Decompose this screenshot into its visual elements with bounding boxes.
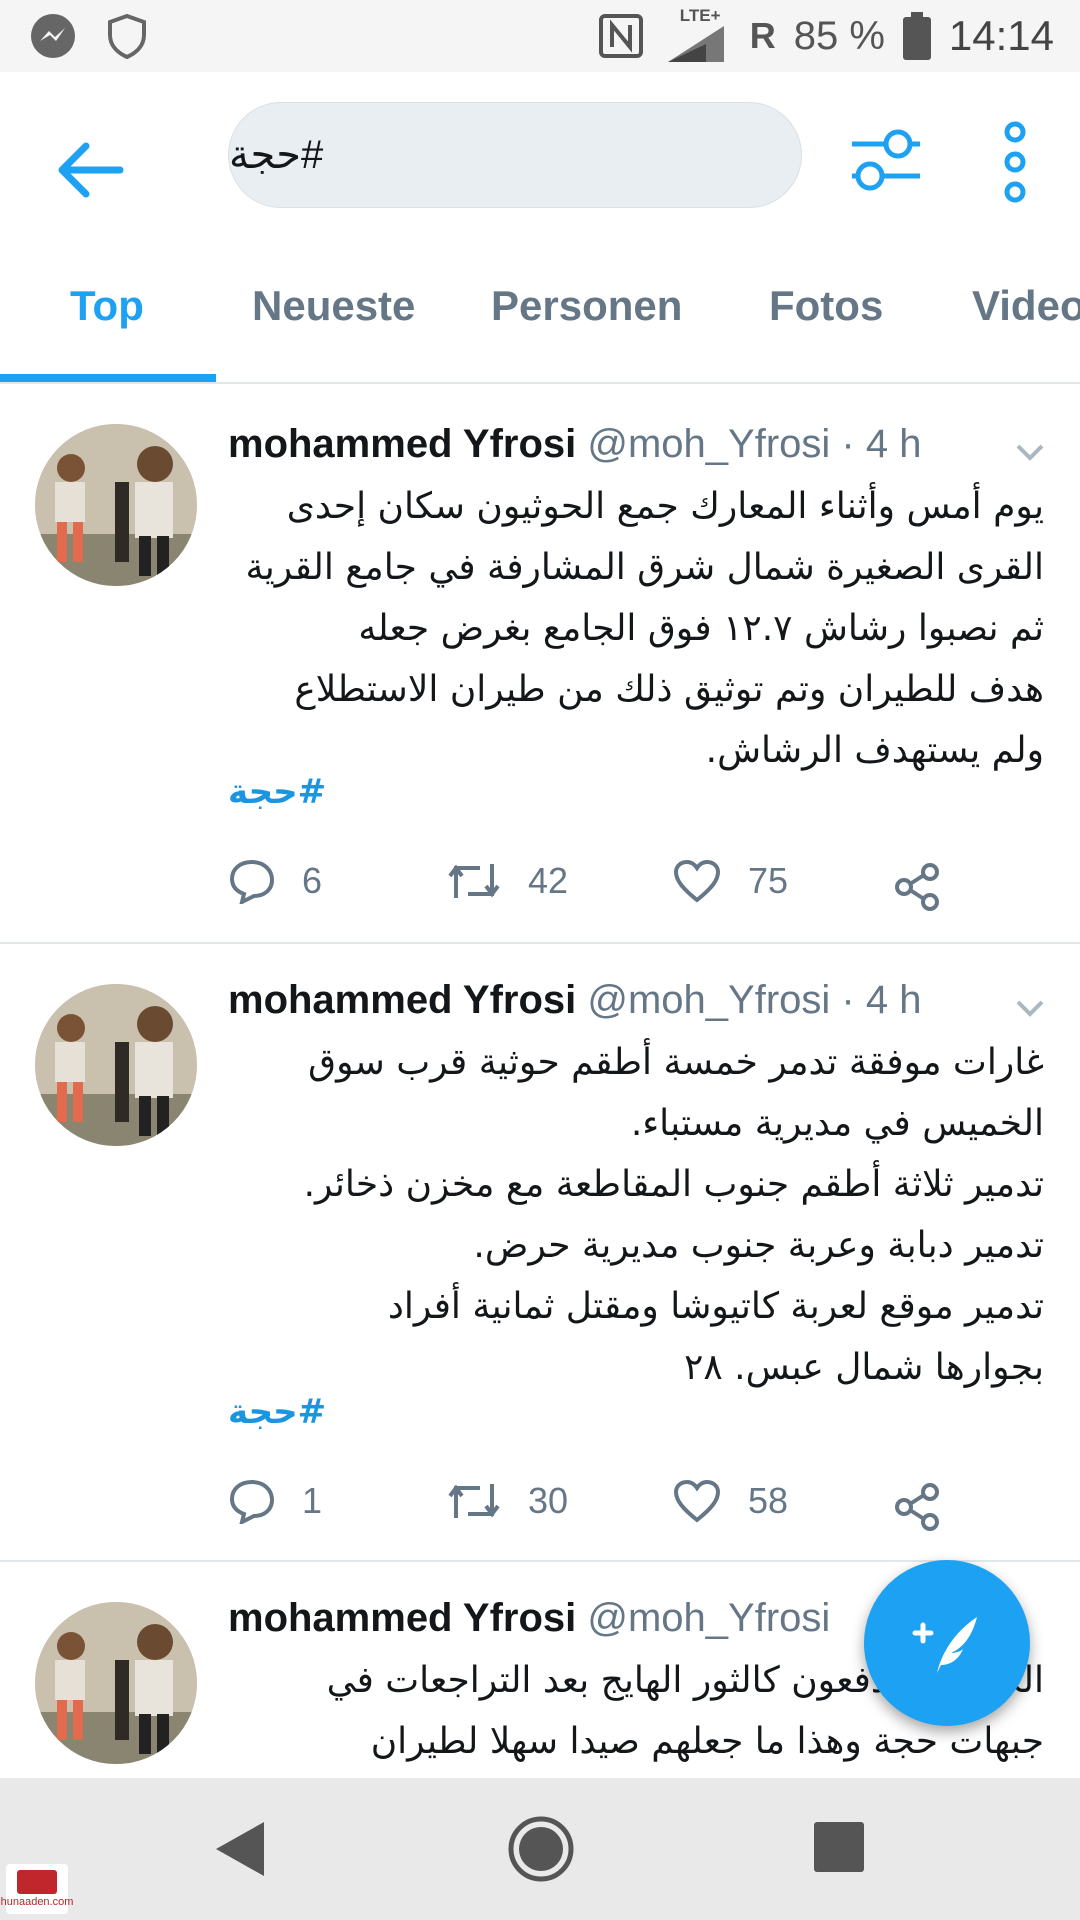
- handle-time: @moh_Yfrosi · 4 h: [587, 978, 922, 1022]
- retweet-button[interactable]: 30: [446, 1478, 568, 1524]
- hashtag-link[interactable]: #حجة: [228, 772, 326, 812]
- handle-time: @moh_Yfrosi: [587, 1596, 831, 1640]
- tweet-actions: 6 42 75: [228, 858, 988, 918]
- tab-top[interactable]: Top: [70, 282, 144, 330]
- search-query: #حجة: [229, 133, 324, 177]
- tweet-actions: 1 30 58: [228, 1478, 988, 1538]
- reply-icon: [229, 1479, 275, 1524]
- nav-home-icon[interactable]: [506, 1814, 576, 1884]
- display-name[interactable]: mohammed Yfrosi: [228, 1596, 576, 1640]
- retweet-icon: [448, 1484, 500, 1518]
- share-icon[interactable]: [892, 862, 942, 912]
- chevron-down-icon[interactable]: [1010, 436, 1050, 466]
- search-header: #حجة: [0, 72, 1080, 242]
- active-tab-indicator: [0, 374, 216, 382]
- tab-neueste[interactable]: Neueste: [252, 282, 415, 330]
- tweet-text: غارات موفقة تدمر خمسة أطقم حوثية قرب سوق…: [303, 1042, 1044, 1388]
- like-button[interactable]: 58: [672, 1478, 788, 1524]
- search-tabs: Top Neueste Personen Fotos Video: [0, 242, 1080, 384]
- handle-time: @moh_Yfrosi · 4 h: [587, 422, 922, 466]
- signal-icon: LTE+: [662, 6, 732, 64]
- roaming-indicator: R: [749, 15, 776, 56]
- messenger-icon: [31, 14, 75, 58]
- tab-personen[interactable]: Personen: [491, 282, 682, 330]
- avatar[interactable]: [35, 424, 197, 586]
- tweet-header: mohammed Yfrosi @moh_Yfrosi · 4 h: [228, 978, 921, 1023]
- nav-back-icon[interactable]: [212, 1818, 268, 1880]
- hashtag-link[interactable]: #حجة: [228, 1392, 326, 1432]
- system-nav-bar: [0, 1778, 1080, 1920]
- tweet-card[interactable]: mohammed Yfrosi @moh_Yfrosi · 4 h يوم أم…: [0, 384, 1080, 944]
- heart-icon: [673, 1479, 721, 1523]
- heart-icon: [673, 859, 721, 903]
- display-name[interactable]: mohammed Yfrosi: [228, 978, 576, 1022]
- chevron-down-icon[interactable]: [1010, 992, 1050, 1022]
- share-icon[interactable]: [892, 1482, 942, 1532]
- reply-button[interactable]: 6: [228, 858, 322, 904]
- tab-video[interactable]: Video: [972, 282, 1080, 330]
- nfc-icon: [598, 14, 643, 58]
- watermark-logo: hunaaden.com: [1, 1864, 73, 1914]
- more-vertical-icon[interactable]: [990, 120, 1040, 204]
- nav-recents-icon[interactable]: [814, 1822, 864, 1872]
- tweet-text: يوم أمس وأثناء المعارك جمع الحوثيون سكان…: [245, 486, 1044, 771]
- like-button[interactable]: 75: [672, 858, 788, 904]
- retweet-button[interactable]: 42: [446, 858, 568, 904]
- avatar[interactable]: [35, 1602, 197, 1764]
- tweet-card[interactable]: mohammed Yfrosi @moh_Yfrosi · 4 h غارات …: [0, 944, 1080, 1562]
- shield-icon: [108, 13, 146, 59]
- status-bar: LTE+ R 85 % 14:14: [0, 0, 1080, 72]
- avatar[interactable]: [35, 984, 197, 1146]
- filter-sliders-icon[interactable]: [848, 122, 924, 198]
- tab-fotos[interactable]: Fotos: [769, 282, 883, 330]
- compose-tweet-button[interactable]: [864, 1560, 1030, 1726]
- back-arrow-icon[interactable]: [50, 130, 130, 210]
- battery-icon: [902, 12, 931, 60]
- display-name[interactable]: mohammed Yfrosi: [228, 422, 576, 466]
- tweet-header: mohammed Yfrosi @moh_Yfrosi: [228, 1596, 830, 1641]
- battery-percent: 85 %: [793, 13, 885, 58]
- search-input[interactable]: #حجة: [228, 102, 802, 208]
- reply-icon: [229, 859, 275, 904]
- retweet-icon: [448, 864, 500, 898]
- tweet-header: mohammed Yfrosi @moh_Yfrosi · 4 h: [228, 422, 921, 467]
- clock: 14:14: [948, 12, 1054, 59]
- reply-button[interactable]: 1: [228, 1478, 322, 1524]
- compose-feather-icon: [912, 1617, 977, 1673]
